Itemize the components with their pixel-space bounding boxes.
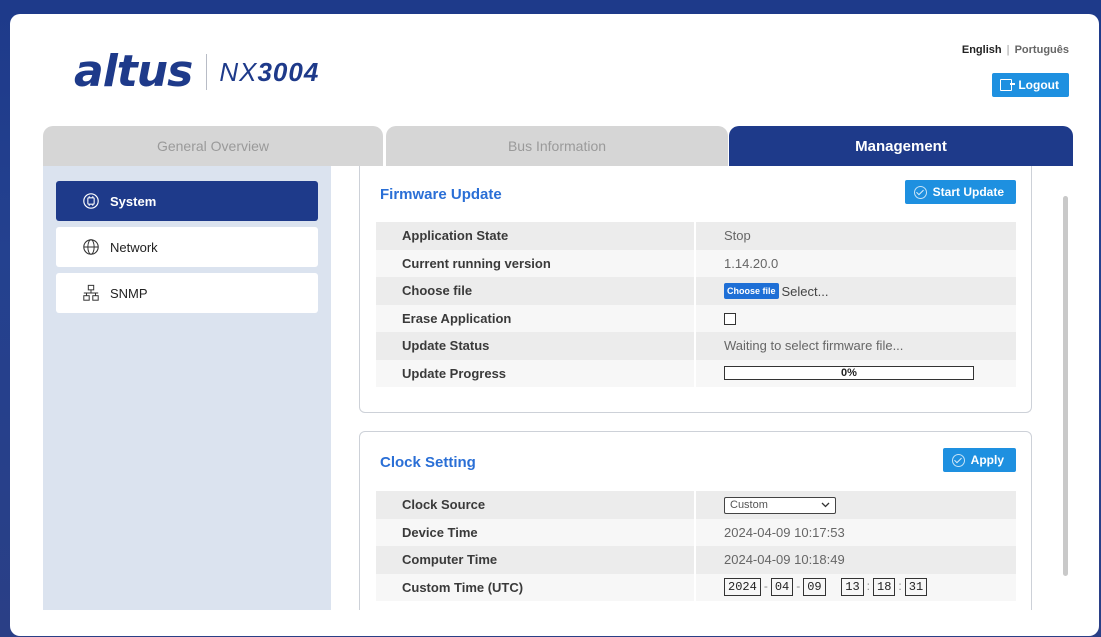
table-row: Custom Time (UTC) 2024-04-09 13:18:31 (376, 573, 1016, 601)
custom-second-input[interactable]: 31 (904, 578, 928, 597)
time-separator: : (898, 579, 902, 594)
date-separator: - (763, 579, 768, 594)
network-tree-icon (83, 284, 99, 301)
row-label: Current running version (376, 249, 696, 277)
globe-icon (83, 239, 99, 255)
clock-table: Clock Source Custom Device Time 2024-04-… (376, 491, 1016, 601)
application-state-value: Stop (695, 222, 1016, 250)
custom-day-input[interactable]: 09 (803, 578, 826, 597)
tab-management[interactable]: Management (729, 126, 1073, 166)
row-label: Application State (376, 222, 696, 250)
computer-time-value: 2024-04-09 10:18:49 (695, 546, 1016, 574)
row-label: Update Status (376, 332, 696, 360)
custom-hour-input[interactable]: 13 (841, 578, 864, 597)
current-version-value: 1.14.20.0 (695, 249, 1016, 277)
firmware-table: Application State Stop Current running v… (376, 222, 1016, 387)
main-scrollbar[interactable] (1063, 196, 1068, 576)
logout-button[interactable]: Logout (992, 73, 1069, 97)
date-separator: - (796, 579, 801, 594)
choose-file-button[interactable]: Choose file (724, 283, 779, 300)
apply-label: Apply (970, 453, 1004, 467)
row-label: Choose file (376, 277, 696, 305)
check-circle-icon (951, 453, 965, 467)
row-label: Computer Time (376, 546, 696, 574)
table-row: Current running version 1.14.20.0 (376, 249, 1016, 277)
progress-text: 0% (841, 367, 857, 380)
clock-source-select[interactable]: Custom (724, 496, 836, 514)
erase-application-checkbox[interactable] (724, 313, 736, 326)
tab-bus-information[interactable]: Bus Information (386, 126, 728, 166)
table-row: Update Progress 0% (376, 359, 1016, 387)
sidebar-item-snmp[interactable]: SNMP (56, 273, 318, 313)
sidebar: System Network SNMP (43, 166, 331, 610)
custom-year-input[interactable]: 2024 (724, 578, 761, 597)
main-content: Firmware Update Start Update Application… (331, 166, 1071, 610)
logo-model-number: 3004 (257, 56, 320, 87)
table-row: Computer Time 2024-04-09 10:18:49 (376, 546, 1016, 574)
check-circle-icon (913, 185, 927, 199)
lang-english-link[interactable]: English (962, 44, 1002, 56)
sidebar-item-system[interactable]: System (56, 181, 318, 221)
erase-application-cell (695, 304, 1016, 332)
logo-brand: altus (74, 46, 193, 97)
table-row: Update Status Waiting to select firmware… (376, 332, 1016, 360)
clock-source-value: Custom (730, 499, 768, 511)
sidebar-item-label: Network (110, 239, 158, 255)
table-row: Clock Source Custom (376, 491, 1016, 519)
choose-file-text: Select... (781, 283, 829, 299)
sidebar-item-network[interactable]: Network (56, 227, 318, 267)
choose-file-cell: Choose file Select... (695, 277, 1016, 305)
firmware-update-title: Firmware Update (380, 186, 502, 203)
sidebar-item-label: SNMP (110, 285, 148, 301)
update-status-value: Waiting to select firmware file... (695, 332, 1016, 360)
lang-portuguese-link[interactable]: Português (1015, 44, 1069, 56)
firmware-update-card: Firmware Update Start Update Application… (359, 166, 1032, 413)
altus-logo: altus NX3004 (74, 50, 319, 94)
custom-month-input[interactable]: 04 (770, 578, 794, 597)
table-row: Application State Stop (376, 222, 1016, 250)
logout-icon (1000, 79, 1016, 91)
start-update-button[interactable]: Start Update (904, 180, 1016, 204)
row-label: Erase Application (376, 304, 696, 332)
lang-separator: | (1006, 44, 1010, 56)
row-label: Update Progress (376, 359, 696, 387)
clock-setting-title: Clock Setting (380, 454, 476, 471)
app-window: altus NX3004 English | Português Logout … (10, 14, 1099, 636)
device-time-value: 2024-04-09 10:17:53 (695, 518, 1016, 546)
tab-general-overview[interactable]: General Overview (43, 126, 383, 166)
update-progress-bar: 0% (724, 366, 974, 381)
sidebar-item-label: System (110, 193, 157, 209)
language-switcher: English | Português (962, 44, 1069, 56)
chip-icon (83, 193, 99, 209)
logout-label: Logout (1018, 78, 1059, 92)
custom-time-cell: 2024-04-09 13:18:31 (695, 573, 1016, 601)
clock-source-cell: Custom (695, 491, 1016, 519)
table-row: Device Time 2024-04-09 10:17:53 (376, 518, 1016, 546)
chevron-down-icon (821, 502, 830, 508)
time-separator: : (866, 579, 870, 594)
table-row: Erase Application (376, 304, 1016, 332)
logo-divider (206, 54, 208, 90)
row-label: Custom Time (UTC) (376, 573, 696, 601)
start-update-label: Start Update (932, 185, 1004, 199)
custom-minute-input[interactable]: 18 (873, 578, 896, 597)
update-progress-cell: 0% (695, 359, 1016, 387)
clock-setting-card: Clock Setting Apply Clock Source Custom (359, 431, 1032, 610)
apply-button[interactable]: Apply (942, 448, 1016, 472)
table-row: Choose file Choose file Select... (376, 277, 1016, 305)
row-label: Clock Source (376, 491, 696, 519)
logo-model: NX3004 (219, 57, 319, 88)
row-label: Device Time (376, 518, 696, 546)
logo-model-prefix: NX (219, 56, 258, 87)
